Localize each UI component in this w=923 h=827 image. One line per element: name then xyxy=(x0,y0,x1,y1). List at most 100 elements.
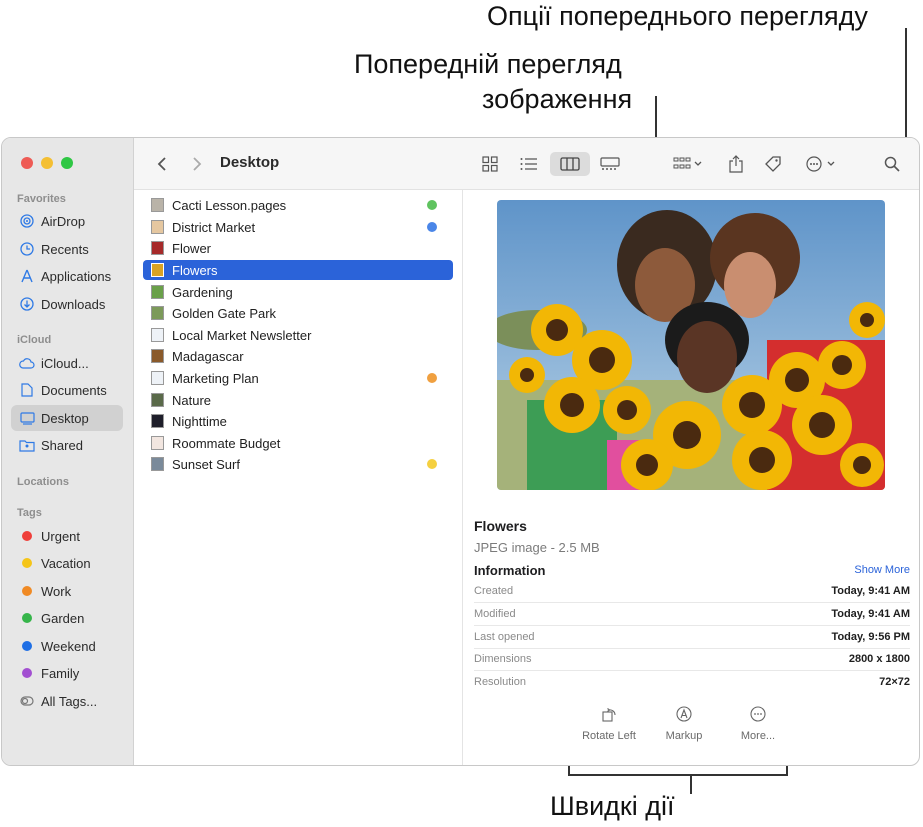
info-value: Today, 9:56 PM xyxy=(831,631,910,643)
info-row-modified: Modified Today, 9:41 AM xyxy=(474,603,910,626)
tag-color-dot xyxy=(22,668,32,678)
sidebar-item-airdrop[interactable]: AirDrop xyxy=(11,208,123,234)
info-key: Last opened xyxy=(474,631,535,643)
info-value: Today, 9:41 AM xyxy=(831,585,910,597)
folder-title: Desktop xyxy=(220,154,280,171)
info-row-resolution: Resolution 72×72 xyxy=(474,671,910,693)
file-name: Roommate Budget xyxy=(172,435,281,451)
sidebar-item-label: Urgent xyxy=(41,528,81,544)
sidebar-tag-work[interactable]: Work xyxy=(11,578,123,604)
file-row[interactable]: Nature xyxy=(143,390,453,410)
quick-action-label: Rotate Left xyxy=(582,730,636,742)
sidebar-all-tags[interactable]: All Tags... xyxy=(11,688,123,714)
sidebar-item-documents[interactable]: Documents xyxy=(11,377,123,403)
list-view-button[interactable] xyxy=(515,152,543,176)
column-view-button[interactable] xyxy=(550,152,590,176)
markup-button[interactable]: Markup xyxy=(644,704,724,742)
more-icon xyxy=(748,704,768,724)
info-key: Dimensions xyxy=(474,653,532,665)
rotate-left-icon xyxy=(599,704,619,724)
file-row[interactable]: Local Market Newsletter xyxy=(143,325,453,345)
show-more-link[interactable]: Show More xyxy=(854,564,910,576)
tag-color-dot xyxy=(22,558,32,568)
info-value: 2800 x 1800 xyxy=(848,653,910,665)
file-row[interactable]: Madagascar xyxy=(143,346,453,366)
file-name: Nature xyxy=(172,392,212,408)
back-button[interactable] xyxy=(152,152,172,176)
sidebar-tag-urgent[interactable]: Urgent xyxy=(11,523,123,549)
tag-color-dot xyxy=(22,641,32,651)
more-actions-button[interactable] xyxy=(804,152,840,176)
file-row[interactable]: Nighttime xyxy=(143,411,453,431)
file-row[interactable]: Roommate Budget xyxy=(143,433,453,453)
file-thumbnail-icon xyxy=(151,220,164,234)
tags-button[interactable] xyxy=(761,152,785,176)
quick-action-label: Markup xyxy=(665,730,703,742)
file-name: Sunset Surf xyxy=(172,456,240,472)
list-icon xyxy=(520,158,537,170)
all-tags-icon xyxy=(19,693,35,709)
rotate-left-button[interactable]: Rotate Left xyxy=(569,704,649,742)
file-row[interactable]: Sunset Surf xyxy=(143,454,453,474)
sidebar-item-icloud-drive[interactable]: iCloud... xyxy=(11,350,123,376)
sidebar-tag-garden[interactable]: Garden xyxy=(11,605,123,631)
tag-icon xyxy=(765,156,781,172)
file-row[interactable]: Cacti Lesson.pages xyxy=(143,195,453,215)
zoom-window-button[interactable] xyxy=(61,157,73,169)
sidebar-item-label: iCloud... xyxy=(41,355,89,371)
file-row[interactable]: Golden Gate Park xyxy=(143,303,453,323)
tag-color-dot xyxy=(22,613,32,623)
sidebar-tag-family[interactable]: Family xyxy=(11,660,123,686)
file-name: Golden Gate Park xyxy=(172,305,277,321)
sidebar-item-desktop[interactable]: Desktop xyxy=(11,405,123,431)
desktop-icon xyxy=(19,410,35,426)
sidebar-item-label: Shared xyxy=(41,437,83,453)
file-name: District Market xyxy=(172,219,256,235)
file-row[interactable]: Gardening xyxy=(143,282,453,302)
file-tag-dot xyxy=(427,200,437,210)
sidebar-item-label: Garden xyxy=(41,610,85,626)
minimize-window-button[interactable] xyxy=(41,157,53,169)
sidebar-item-downloads[interactable]: Downloads xyxy=(11,291,123,317)
sidebar-item-label: Family xyxy=(41,665,80,681)
file-row[interactable]: District Market xyxy=(143,217,453,237)
file-row[interactable]: Marketing Plan xyxy=(143,368,453,388)
search-button[interactable] xyxy=(880,152,904,176)
sidebar-item-label: Downloads xyxy=(41,296,106,312)
forward-button[interactable] xyxy=(187,152,207,176)
gallery-view-button[interactable] xyxy=(596,152,624,176)
sidebar-tag-vacation[interactable]: Vacation xyxy=(11,550,123,576)
share-button[interactable] xyxy=(724,152,748,176)
image-preview[interactable] xyxy=(497,200,885,490)
toolbar: Desktop xyxy=(134,138,919,190)
file-thumbnail-icon xyxy=(151,414,164,428)
shared-folder-icon xyxy=(19,437,35,453)
sidebar-header-icloud: iCloud xyxy=(17,334,52,346)
sidebar-item-label: All Tags... xyxy=(41,693,98,709)
file-tag-dot xyxy=(427,222,437,232)
file-row[interactable]: Flower xyxy=(143,238,453,258)
group-by-button[interactable] xyxy=(668,152,708,176)
sidebar-item-applications[interactable]: Applications xyxy=(11,263,123,289)
document-icon xyxy=(19,382,35,398)
icon-view-button[interactable] xyxy=(476,152,504,176)
file-row[interactable]: Flowers xyxy=(143,260,453,280)
file-thumbnail-icon xyxy=(151,263,164,277)
gallery-icon xyxy=(600,157,620,170)
callout-bracket-bottom xyxy=(568,774,788,776)
close-window-button[interactable] xyxy=(21,157,33,169)
photo-illustration xyxy=(497,200,885,490)
information-header: Information xyxy=(474,563,546,578)
preview-file-name: Flowers xyxy=(474,518,527,534)
sidebar-item-recents[interactable]: Recents xyxy=(11,236,123,262)
sidebar-item-label: Documents xyxy=(41,382,107,398)
sidebar-item-label: Recents xyxy=(41,241,89,257)
more-quick-actions-button[interactable]: More... xyxy=(718,704,798,742)
sidebar-item-shared[interactable]: Shared xyxy=(11,432,123,458)
chevron-left-icon xyxy=(157,157,166,171)
sidebar-tag-weekend[interactable]: Weekend xyxy=(11,633,123,659)
file-thumbnail-icon xyxy=(151,371,164,385)
finder-window: Favorites AirDrop Recents Applications D… xyxy=(1,137,920,766)
file-name: Gardening xyxy=(172,284,233,300)
info-row-dimensions: Dimensions 2800 x 1800 xyxy=(474,648,910,671)
